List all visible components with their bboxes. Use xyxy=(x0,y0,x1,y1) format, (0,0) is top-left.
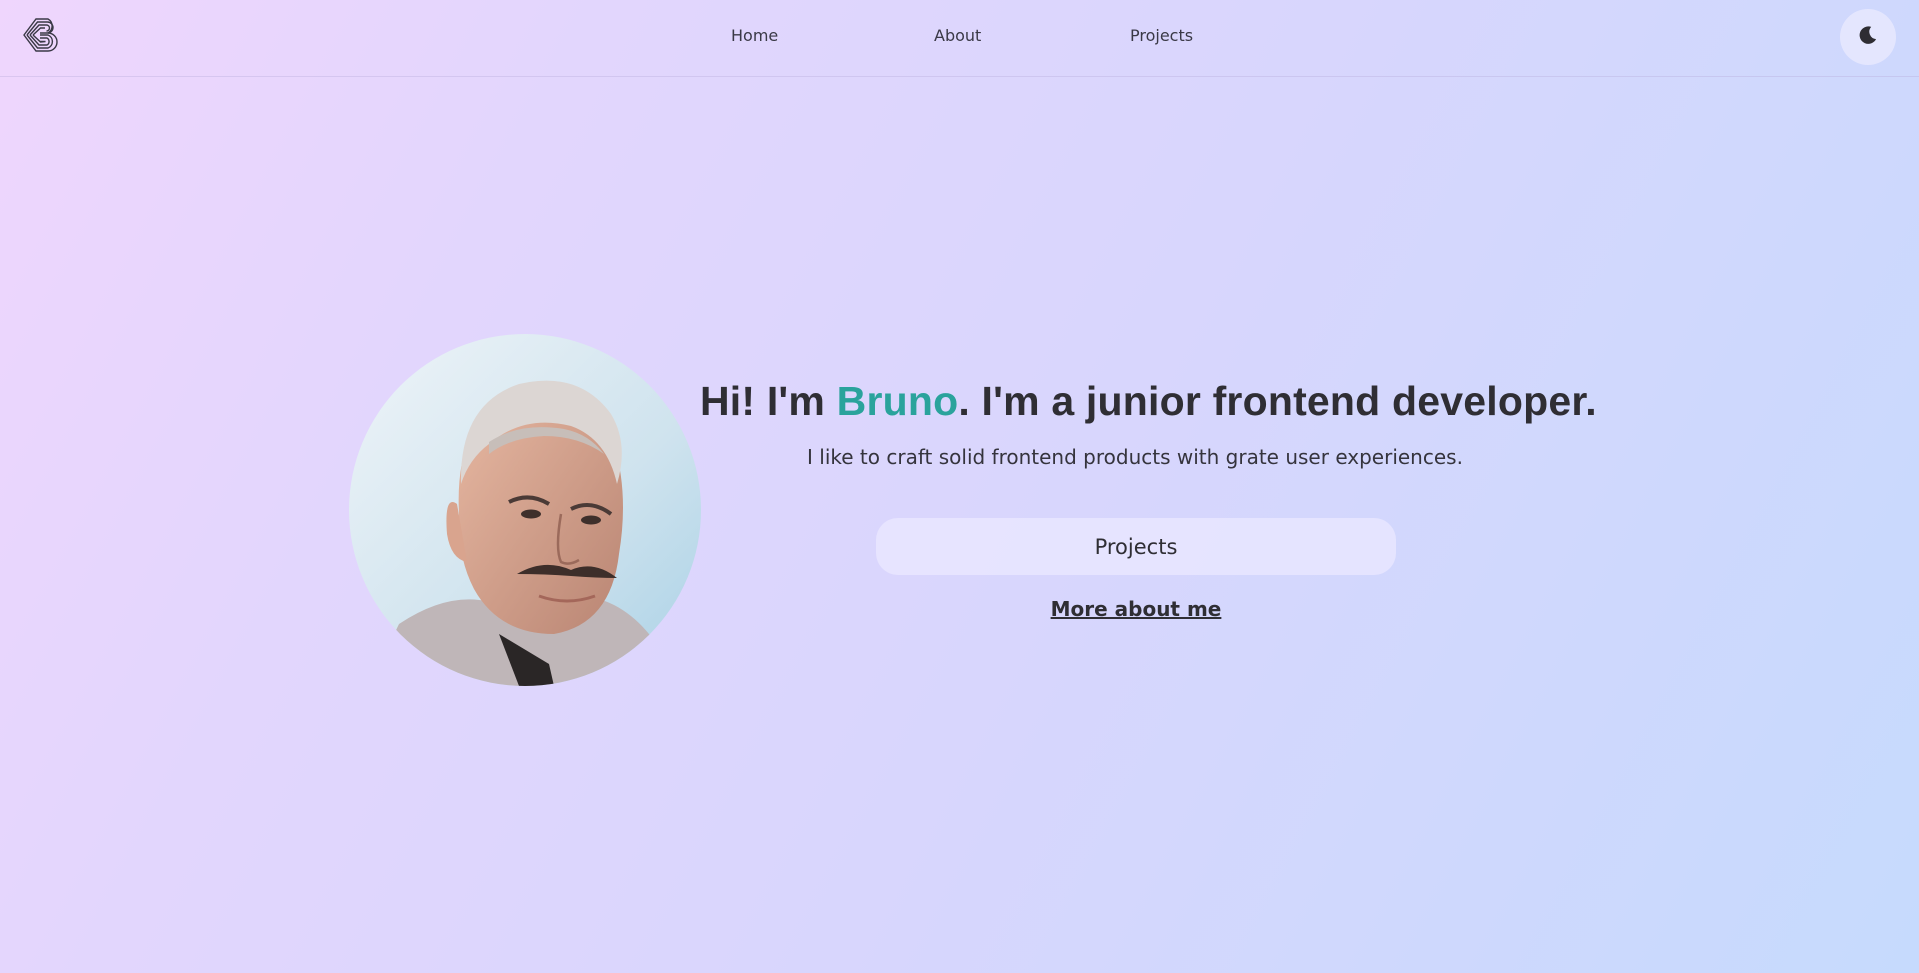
moon-icon xyxy=(1857,24,1879,50)
profile-photo xyxy=(349,334,701,686)
main-nav: Home About Projects xyxy=(0,26,1919,50)
hero-title-name: Bruno xyxy=(836,378,959,424)
nav-link-projects[interactable]: Projects xyxy=(1130,26,1193,45)
nav-link-home[interactable]: Home xyxy=(731,26,778,45)
more-about-me-link[interactable]: More about me xyxy=(876,597,1396,621)
projects-button[interactable]: Projects xyxy=(876,518,1396,575)
hero-title-prefix: Hi! I'm xyxy=(700,378,837,424)
navbar: Home About Projects xyxy=(0,0,1919,77)
hero-title: Hi! I'm Bruno. I'm a junior frontend dev… xyxy=(700,378,1597,425)
hero-title-suffix: . I'm a junior frontend developer. xyxy=(958,378,1597,424)
hero-subtitle: I like to craft solid frontend products … xyxy=(807,445,1463,469)
nav-link-about[interactable]: About xyxy=(934,26,981,45)
theme-toggle-button[interactable] xyxy=(1840,9,1896,65)
